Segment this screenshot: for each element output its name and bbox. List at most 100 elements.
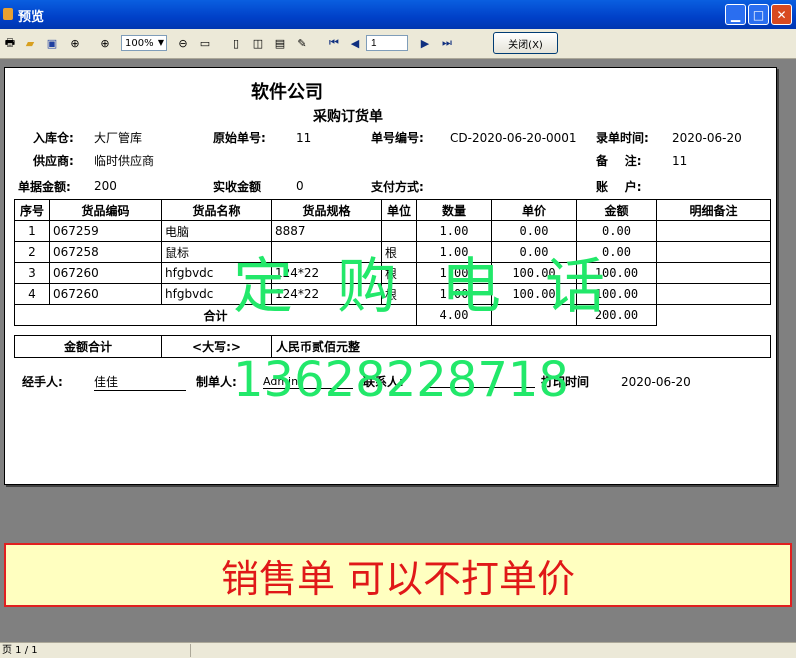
col-header: 明细备注 [656,199,771,221]
supplier-value: 临时供应商 [94,154,155,168]
zoom-in-button[interactable]: ⊕ [97,35,113,51]
received-value: 0 [296,179,304,193]
fit-page-button[interactable]: ▭ [197,35,213,51]
cell: 067259 [49,220,162,242]
doc-no-value: CD-2020-06-20-0001 [450,131,577,145]
app-icon [3,8,13,20]
print-time-value: 2020-06-20 [621,375,691,389]
page-number-input[interactable] [366,35,408,51]
maker-label: 制单人: [196,375,237,389]
find-button[interactable]: ⊕ [67,35,83,51]
print-button[interactable]: 🖶 [2,35,18,51]
orig-no-value: 11 [296,131,312,145]
watermark-line2: 13628228718 [233,352,569,408]
fit-page-icon: ▭ [199,36,211,50]
cell: 3 [14,262,50,284]
preview-toolbar: 🖶 ▰ ▣ ⊕ ⊕ 100% ▼ ⊖ ▭ ▯ ◫ ▤ ✎ ⏮ ◀ ▶ ⏭ [0,29,796,59]
warehouse-label: 入库仓: [33,131,74,145]
cell: 2 [14,241,50,263]
save-button[interactable]: ▣ [44,35,60,51]
page-info: 页 1 / 1 [2,645,38,656]
minimize-icon: ▁ [730,7,741,22]
col-header: 货品名称 [161,199,272,221]
one-page-button[interactable]: ▯ [228,35,244,51]
doc-no-label: 单号编号: [371,131,424,145]
single-page-icon: ▯ [232,36,240,50]
open-button[interactable]: ▰ [22,35,38,51]
close-icon: ✕ [776,7,787,22]
first-page-button[interactable]: ⏮ [326,35,342,51]
close-window-button[interactable]: ✕ [771,4,792,25]
col-header: 序号 [14,199,50,221]
cell: 067260 [49,262,162,284]
amount-label: 单据金额: [18,180,71,194]
remark-label: 备 注: [596,154,642,168]
notice-banner: 销售单 可以不打单价 [4,543,792,607]
title-bar: 预览 ▁ □ ✕ [0,0,796,29]
chevron-down-icon: ▼ [157,38,165,47]
window-title: 预览 [18,10,45,25]
zoom-in-icon: ⊕ [100,36,110,50]
zoom-value: 100% [125,38,154,49]
banner-text: 销售单 可以不打单价 [220,556,576,601]
page-setup-button[interactable]: ▤ [272,35,288,51]
zoom-out-icon: ⊖ [178,36,188,50]
cell [656,241,771,263]
col-header: 金额 [576,199,657,221]
minimize-button[interactable]: ▁ [725,4,746,25]
cell: 067260 [49,283,162,305]
table-header-row: 序号 货品编码 货品名称 货品规格 单位 数量 单价 金额 明细备注 [14,199,771,221]
amount-value: 200 [94,179,117,193]
cell [656,262,771,284]
col-header: 货品规格 [271,199,382,221]
status-bar: 页 1 / 1 [0,642,796,658]
save-icon: ▣ [46,36,58,50]
cell [656,220,771,242]
window-controls: ▁ □ ✕ [725,4,792,25]
handler-label: 经手人: [22,375,63,389]
last-page-icon: ⏭ [442,36,452,49]
cell [656,283,771,305]
col-header: 单价 [491,199,577,221]
cell: 067258 [49,241,162,263]
next-page-button[interactable]: ▶ [417,35,433,51]
open-folder-icon: ▰ [25,36,35,50]
col-header: 单位 [381,199,417,221]
last-page-button[interactable]: ⏭ [439,35,455,51]
received-label: 实收金额 [213,180,262,194]
two-pages-icon: ◫ [252,36,264,50]
cell [657,305,771,326]
entry-time-value: 2020-06-20 [672,131,742,145]
entry-time-label: 录单时间: [596,131,649,145]
prev-page-button[interactable]: ◀ [347,35,363,51]
print-icon: 🖶 [4,35,16,49]
maximize-icon: □ [752,7,765,22]
form-title: 采购订货单 [313,109,383,125]
company-name: 软件公司 [251,82,323,103]
supplier-label: 供应商: [33,154,74,168]
binoculars-icon: ⊕ [70,36,80,50]
warehouse-value: 大厂管库 [94,131,143,145]
summary-label: 金额合计 [14,335,162,358]
cell: 4 [14,283,50,305]
zoom-select[interactable]: 100% ▼ [121,35,167,51]
close-preview-button[interactable]: 关闭(X) [493,32,558,54]
handler-value: 佳佳 [94,373,186,391]
two-page-button[interactable]: ◫ [250,35,266,51]
prev-page-icon: ◀ [350,36,360,50]
zoom-out-button[interactable]: ⊖ [175,35,191,51]
edit-icon: ✎ [297,36,307,50]
watermark-line1: 定购电话 [233,252,649,322]
edit-button[interactable]: ✎ [294,35,310,51]
account-label: 账 户: [596,180,642,194]
col-header: 货品编码 [49,199,162,221]
orig-no-label: 原始单号: [213,131,266,145]
remark-value: 11 [672,154,688,168]
maximize-button[interactable]: □ [748,4,769,25]
payment-label: 支付方式: [371,180,424,194]
cell: 1 [14,220,50,242]
col-header: 数量 [416,199,492,221]
next-page-icon: ▶ [420,36,430,50]
first-page-icon: ⏮ [329,36,339,49]
page-setup-icon: ▤ [274,36,286,50]
